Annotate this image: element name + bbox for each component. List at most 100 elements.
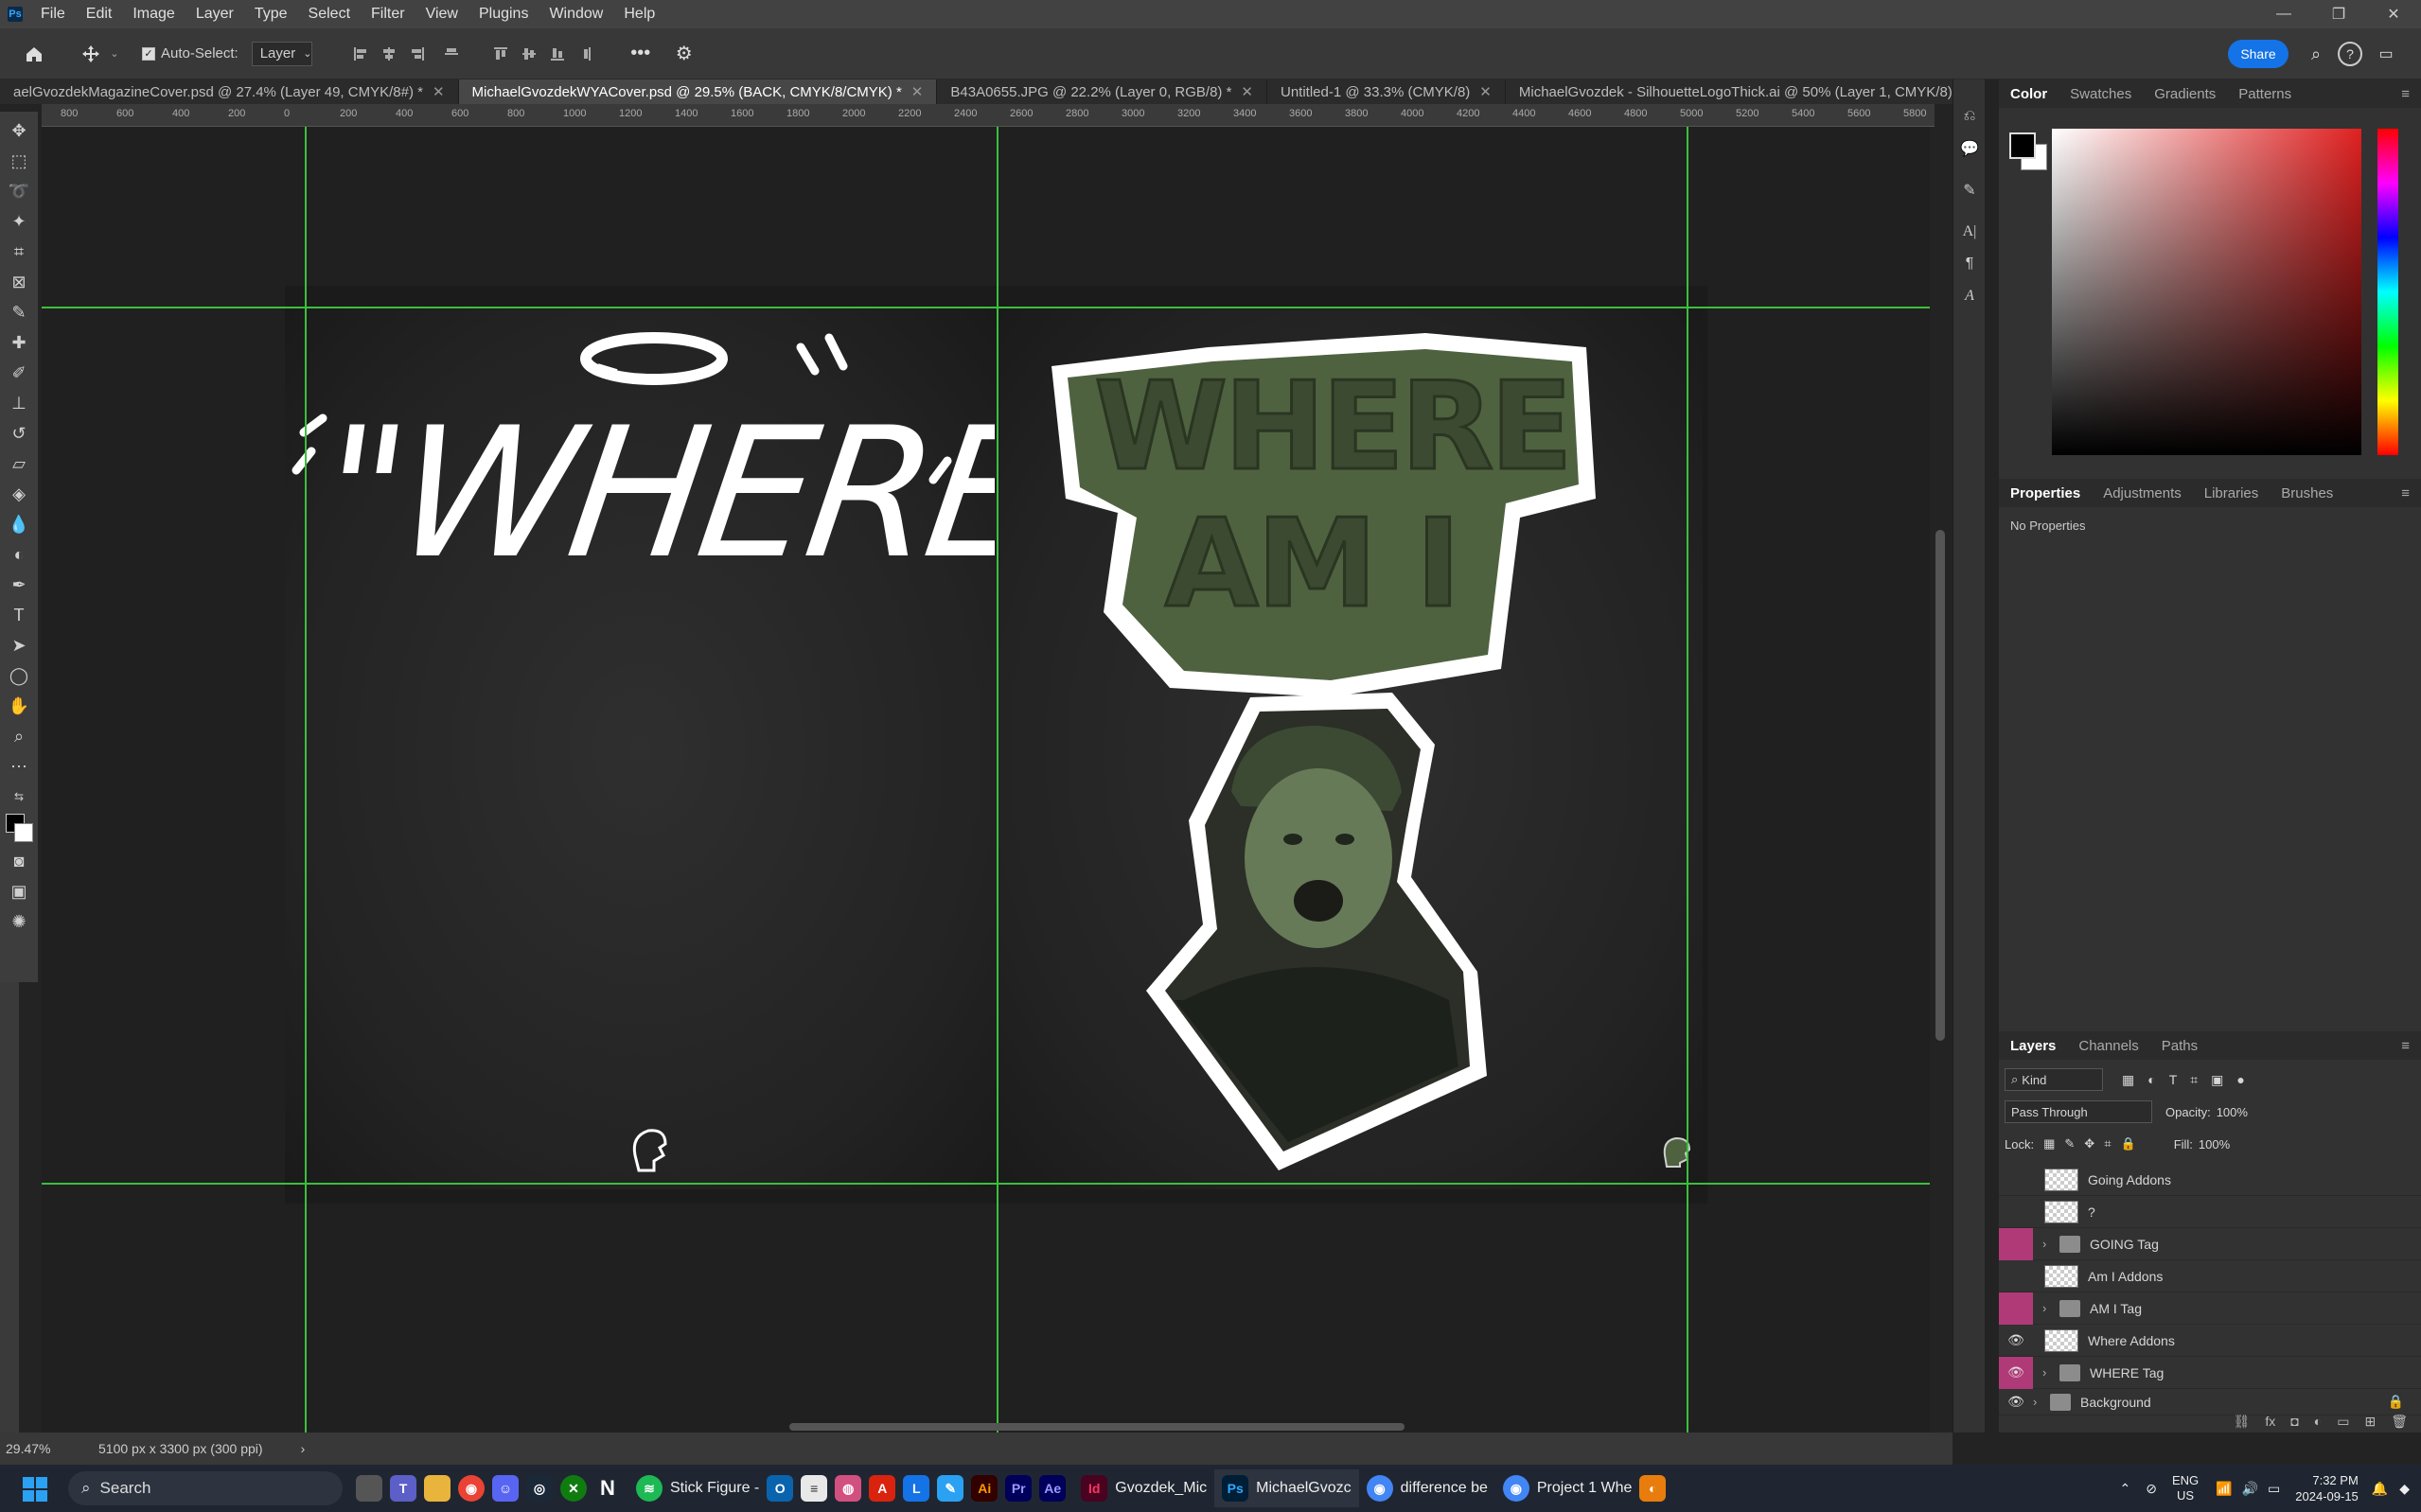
chevron-right-icon[interactable]: › <box>2033 1395 2046 1409</box>
tab-channels[interactable]: Channels <box>2067 1038 2149 1054</box>
close-icon[interactable]: ✕ <box>1479 83 1492 100</box>
tab-color[interactable]: Color <box>1999 86 2059 102</box>
wifi-icon[interactable]: 📶 <box>2216 1481 2232 1497</box>
home-icon[interactable] <box>13 35 55 73</box>
foreground-background-swatches[interactable] <box>4 812 34 846</box>
eye-icon[interactable]: 👁 <box>1999 1325 2033 1357</box>
adjustment-layer-icon[interactable]: ◐ <box>2314 1414 2322 1429</box>
crop-tool-icon[interactable]: ⌗ <box>4 237 34 267</box>
filter-toggle-icon[interactable]: ● <box>2236 1072 2244 1087</box>
vertical-guide[interactable] <box>305 127 307 1433</box>
clone-stamp-icon[interactable]: ⊥ <box>4 388 34 418</box>
outlook-icon[interactable]: O <box>767 1475 794 1502</box>
tab-untitled-1[interactable]: Untitled-1 @ 33.3% (CMYK/8) ✕ <box>1267 79 1506 104</box>
tab-magazine-cover[interactable]: aelGvozdekMagazineCover.psd @ 27.4% (Lay… <box>0 79 459 104</box>
share-button[interactable]: Share <box>2228 40 2288 68</box>
panel-menu-icon[interactable]: ≡ <box>2390 485 2421 501</box>
align-middle-icon[interactable] <box>515 40 543 68</box>
discord-icon[interactable]: ☺ <box>492 1475 519 1502</box>
tab-patterns[interactable]: Patterns <box>2227 86 2303 102</box>
tab-b43a0655[interactable]: B43A0655.JPG @ 22.2% (Layer 0, RGB/8) * ✕ <box>937 79 1267 104</box>
history-panel-icon[interactable]: ⎌ <box>1953 100 1986 132</box>
acrobat-icon[interactable]: A <box>869 1475 896 1502</box>
chevron-right-icon[interactable]: › <box>2042 1237 2056 1251</box>
blend-mode-dropdown[interactable]: Pass Through <box>2005 1100 2152 1123</box>
vertical-guide[interactable] <box>1687 127 1688 1433</box>
menu-type[interactable]: Type <box>244 0 298 28</box>
panel-menu-icon[interactable]: ≡ <box>2390 1038 2421 1054</box>
layer-row[interactable]: ? <box>1999 1196 2421 1228</box>
taskbar-app-spotify[interactable]: ≋ Stick Figure - <box>628 1469 767 1507</box>
illustrator-icon[interactable]: Ai <box>971 1475 998 1502</box>
lock-artboard-icon[interactable]: ⌗ <box>2104 1136 2111 1152</box>
distribute-vertical-icon[interactable] <box>575 40 604 68</box>
menu-plugins[interactable]: Plugins <box>468 0 539 28</box>
close-window-button[interactable]: ✕ <box>2366 0 2421 28</box>
camera-icon[interactable]: ◍ <box>835 1475 862 1502</box>
close-icon[interactable]: ✕ <box>911 83 924 100</box>
fill-field[interactable]: 100% <box>2199 1137 2230 1152</box>
lock-pixels-icon[interactable]: ✎ <box>2064 1136 2075 1152</box>
restore-button[interactable]: ❐ <box>2311 0 2366 28</box>
task-view-icon[interactable] <box>356 1475 382 1502</box>
layer-group-row[interactable]: 👁 › WHERE Tag <box>1999 1356 2421 1389</box>
clock[interactable]: 7:32 PM 2024-09-15 <box>2295 1472 2359 1504</box>
trash-icon[interactable]: 🗑 <box>2391 1414 2408 1430</box>
close-icon[interactable]: ✕ <box>433 83 445 100</box>
align-bottom-icon[interactable] <box>543 40 572 68</box>
type-tool-icon[interactable]: T <box>4 600 34 630</box>
dodge-tool-icon[interactable]: ◐ <box>4 539 34 570</box>
quick-mask-icon[interactable]: ◙ <box>4 846 34 876</box>
character-panel-icon[interactable]: A| <box>1953 216 1986 248</box>
add-mask-icon[interactable]: ◘ <box>2290 1414 2298 1429</box>
visibility-toggle[interactable] <box>1999 1227 2033 1260</box>
blender-icon[interactable]: ◐ <box>1639 1475 1667 1502</box>
hue-slider[interactable] <box>2377 129 2398 455</box>
background-color-swatch[interactable] <box>14 823 33 842</box>
more-options-icon[interactable]: ••• <box>627 40 655 68</box>
new-group-icon[interactable]: ▭ <box>2337 1414 2349 1430</box>
more-tools-icon[interactable]: ⋯ <box>4 751 34 782</box>
minimize-button[interactable]: — <box>2256 0 2311 28</box>
paragraph-panel-icon[interactable]: ¶ <box>1953 248 1986 280</box>
lock-all-icon[interactable]: 🔒 <box>2121 1136 2136 1152</box>
bell-icon[interactable]: 🔔 <box>2372 1481 2388 1497</box>
chrome-icon[interactable]: ◉ <box>458 1475 485 1502</box>
move-tool-icon[interactable]: ✥ <box>4 115 34 146</box>
screen-mode-icon[interactable]: ▣ <box>4 876 34 906</box>
marquee-tool-icon[interactable]: ⬚ <box>4 146 34 176</box>
language-indicator[interactable]: ENG US <box>2172 1473 2199 1503</box>
brush-settings-icon[interactable]: ✎ <box>1953 174 1986 206</box>
pen-app-icon[interactable]: ✎ <box>937 1475 964 1502</box>
vertical-scrollbar-thumb[interactable] <box>1935 530 1945 1041</box>
horizontal-guide[interactable] <box>42 307 1930 308</box>
align-center-icon[interactable] <box>375 40 403 68</box>
eye-icon[interactable]: 👁 <box>1999 1356 2033 1389</box>
notion-icon[interactable]: N <box>594 1475 621 1502</box>
align-left-icon[interactable] <box>346 40 375 68</box>
tab-brushes[interactable]: Brushes <box>2270 485 2344 501</box>
menu-select[interactable]: Select <box>298 0 361 28</box>
chevron-right-icon[interactable]: › <box>2042 1365 2056 1380</box>
auto-select-checkbox[interactable]: ✓ <box>142 46 155 61</box>
new-layer-icon[interactable]: ⊞ <box>2364 1414 2376 1430</box>
tab-gradients[interactable]: Gradients <box>2143 86 2227 102</box>
lock-position-icon[interactable]: ✥ <box>2084 1136 2094 1152</box>
tab-silhouette-logo[interactable]: MichaelGvozdek - SilhouetteLogoThick.ai … <box>1506 79 1973 104</box>
path-selection-icon[interactable]: ➤ <box>4 630 34 660</box>
paint-bucket-icon[interactable]: ◈ <box>4 479 34 509</box>
chevron-down-icon[interactable]: ⌄ <box>108 47 121 60</box>
color-picker-field[interactable] <box>2052 129 2361 455</box>
foreground-color-swatch[interactable] <box>2009 132 2036 159</box>
menu-edit[interactable]: Edit <box>76 0 123 28</box>
premiere-icon[interactable]: Pr <box>1005 1475 1033 1502</box>
generative-icon[interactable]: ✺ <box>4 906 34 937</box>
windows-start-icon[interactable] <box>23 1477 47 1502</box>
workspace-icon[interactable]: ▭ <box>2374 42 2398 66</box>
panel-menu-icon[interactable]: ≡ <box>2390 86 2421 102</box>
menu-filter[interactable]: Filter <box>361 0 415 28</box>
visibility-toggle[interactable] <box>1999 1292 2033 1325</box>
copilot-icon[interactable]: ◆ <box>2399 1481 2410 1497</box>
notepad-icon[interactable]: ≡ <box>801 1475 828 1502</box>
swap-colors-icon[interactable]: ⇆ <box>4 782 34 812</box>
